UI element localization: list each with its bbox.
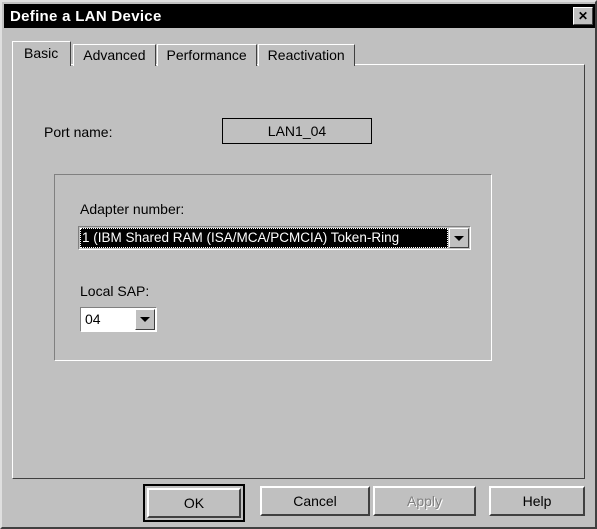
tab-advanced[interactable]: Advanced [73, 44, 156, 66]
chevron-down-icon [140, 317, 150, 322]
cancel-button[interactable]: Cancel [260, 486, 370, 516]
help-button[interactable]: Help [489, 486, 585, 516]
adapter-number-dropdown-button[interactable] [449, 228, 469, 248]
adapter-number-combobox[interactable]: 1 (IBM Shared RAM (ISA/MCA/PCMCIA) Token… [78, 226, 471, 250]
local-sap-label: Local SAP: [80, 283, 150, 299]
local-sap-value[interactable]: 04 [82, 309, 134, 330]
adapter-number-label: Adapter number: [80, 201, 185, 217]
chevron-down-icon [454, 235, 464, 241]
tab-reactivation[interactable]: Reactivation [257, 44, 355, 66]
adapter-number-value[interactable]: 1 (IBM Shared RAM (ISA/MCA/PCMCIA) Token… [80, 228, 448, 248]
port-name-label: Port name: [44, 124, 113, 140]
port-name-value: LAN1_04 [222, 118, 372, 144]
close-icon[interactable]: ✕ [573, 7, 593, 25]
define-lan-device-dialog: Define a LAN Device ✕ Basic Advanced Per… [0, 0, 597, 529]
tab-performance[interactable]: Performance [156, 44, 257, 66]
apply-button: Apply [373, 486, 476, 516]
tab-basic[interactable]: Basic [12, 41, 72, 66]
window-title: Define a LAN Device [10, 7, 162, 25]
ok-button[interactable]: OK [147, 488, 241, 518]
local-sap-dropdown-button[interactable] [135, 309, 155, 330]
title-bar: Define a LAN Device ✕ [4, 4, 595, 28]
local-sap-combobox[interactable]: 04 [80, 307, 157, 332]
tab-strip: Basic Advanced Performance Reactivation [12, 41, 356, 66]
